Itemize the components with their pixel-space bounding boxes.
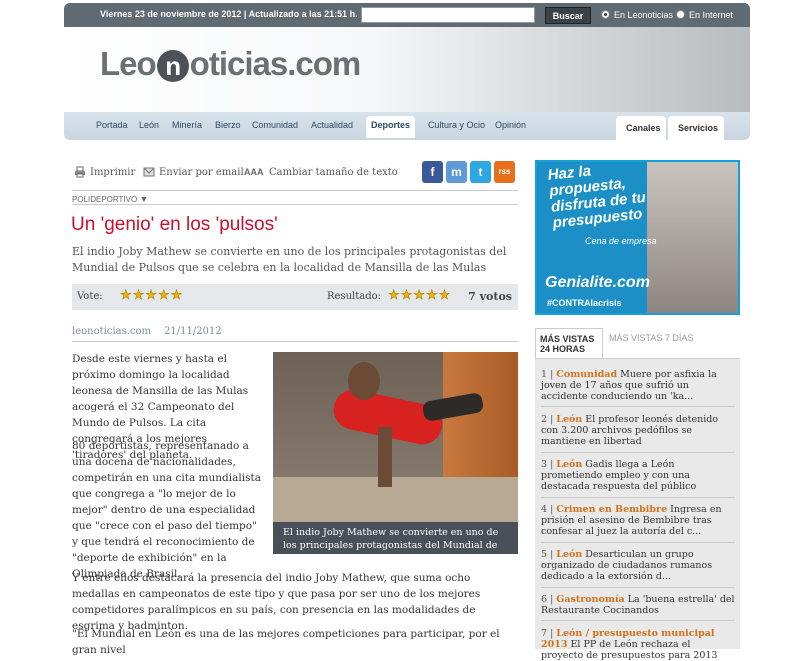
article-photo[interactable]: El indio Joby Mathew se convierte en uno… <box>273 352 518 554</box>
list-item[interactable]: 6 | Gastronomía La 'buena estrella' del … <box>541 594 735 616</box>
twitter-icon[interactable]: t <box>470 161 491 183</box>
result-stars: ★★★★★ <box>388 288 452 304</box>
divider <box>72 190 518 191</box>
nav-deportes[interactable]: Deportes <box>366 116 416 138</box>
email-icon[interactable] <box>143 166 155 178</box>
nav-opinion[interactable]: Opinión <box>495 120 526 130</box>
radio-unselected-icon <box>676 10 685 19</box>
main-nav: Portada León Minería Bierzo Comunidad Ac… <box>64 112 750 140</box>
article-date: 21/11/2012 <box>164 326 222 337</box>
nav-mineria[interactable]: Minería <box>172 120 202 130</box>
divider <box>72 204 518 205</box>
article-paragraph: Y entre ellos destacará la presencia del… <box>72 572 481 632</box>
email-link[interactable]: Enviar por email <box>159 167 244 178</box>
ad-banner[interactable]: Haz la propuesta, disfruta de tu presupu… <box>535 160 740 315</box>
list-item[interactable]: 5 | León Desarticulan un grupo organizad… <box>541 549 735 582</box>
facebook-icon[interactable]: f <box>422 161 443 183</box>
most-viewed-list: 1 | Comunidad Muere por asfixia la joven… <box>535 358 740 661</box>
article-paragraph: "El Mundial en León es una de las mejore… <box>72 628 500 656</box>
ad-logo: Genialite.com <box>545 274 650 291</box>
search-button[interactable]: Buscar <box>545 7 591 24</box>
tab-7-days[interactable]: MÁS VISTAS 7 DÍAS <box>605 328 697 348</box>
list-item[interactable]: 1 | Comunidad Muere por asfixia la joven… <box>541 369 735 402</box>
ad-headline: Haz la propuesta, disfruta de tu presupu… <box>546 162 647 232</box>
nav-portada[interactable]: Portada <box>96 120 128 130</box>
print-link[interactable]: Imprimir <box>90 167 135 178</box>
nav-bierzo[interactable]: Bierzo <box>215 120 241 130</box>
result-label: Resultado: <box>327 291 381 302</box>
nav-comunidad[interactable]: Comunidad <box>252 120 298 130</box>
search-input[interactable] <box>361 7 535 23</box>
divider <box>72 341 518 342</box>
ad-hashtag: #CONTRAlacrisis <box>547 298 622 308</box>
list-item[interactable]: 4 | Crimen en Bembibre Ingresa en prisió… <box>541 504 735 537</box>
nav-actualidad[interactable]: Actualidad <box>311 120 353 130</box>
nav-canales[interactable]: Canales <box>616 116 666 140</box>
nav-leon[interactable]: León <box>139 120 159 130</box>
top-bar: Viernes 23 de noviembre de 2012 | Actual… <box>64 3 750 27</box>
radio-internet[interactable]: En Internet <box>676 10 733 20</box>
vote-label: Vote: <box>77 291 103 302</box>
vote-stars[interactable]: ★★★★★ <box>120 288 183 304</box>
tab-24-hours[interactable]: MÁS VISTAS 24 HORAS <box>535 328 603 359</box>
vote-bar: Vote: ★★★★★ Resultado: ★★★★★ 7 votos <box>72 284 518 310</box>
radio-selected-icon <box>601 10 610 19</box>
article-paragraph: 80 deportistas, representanado a una doc… <box>72 440 261 580</box>
text-size-icon[interactable]: AAA <box>244 167 264 177</box>
meneame-icon[interactable]: m <box>446 161 467 183</box>
site-logo[interactable]: Leo n oticias.com <box>100 45 361 83</box>
print-icon[interactable] <box>74 166 86 178</box>
current-date: Viernes 23 de noviembre de 2012 | Actual… <box>100 9 358 19</box>
nav-servicios[interactable]: Servicios <box>668 116 724 140</box>
vote-count: 7 votos <box>468 290 512 303</box>
chevron-down-icon: ▼ <box>139 194 149 204</box>
article-source[interactable]: leonoticias.com <box>72 326 151 337</box>
text-size-link[interactable]: Cambiar tamaño de texto <box>269 167 398 178</box>
most-viewed-tabs: MÁS VISTAS 24 HORAS MÁS VISTAS 7 DÍAS <box>535 328 740 359</box>
list-item[interactable]: 3 | León Gadis llega a León prometiendo … <box>541 459 735 492</box>
site-header: Leo n oticias.com <box>64 27 750 112</box>
article-summary: El indio Joby Mathew se convierte en uno… <box>72 245 507 274</box>
article-title: Un 'genio' en los 'pulsos' <box>71 214 278 235</box>
section-label[interactable]: POLIDEPORTIVO ▼ <box>72 194 148 204</box>
list-item[interactable]: 2 | León El profesor leonés detenido con… <box>541 414 735 447</box>
radio-leonoticias[interactable]: En Leonoticias <box>601 10 673 20</box>
rss-icon[interactable]: rss <box>494 161 515 183</box>
nav-cultura-ocio[interactable]: Cultura y Ocio <box>428 120 485 130</box>
ad-subtitle: Cena de empresa <box>585 236 657 246</box>
photo-caption: El indio Joby Mathew se convierte en uno… <box>273 522 518 554</box>
